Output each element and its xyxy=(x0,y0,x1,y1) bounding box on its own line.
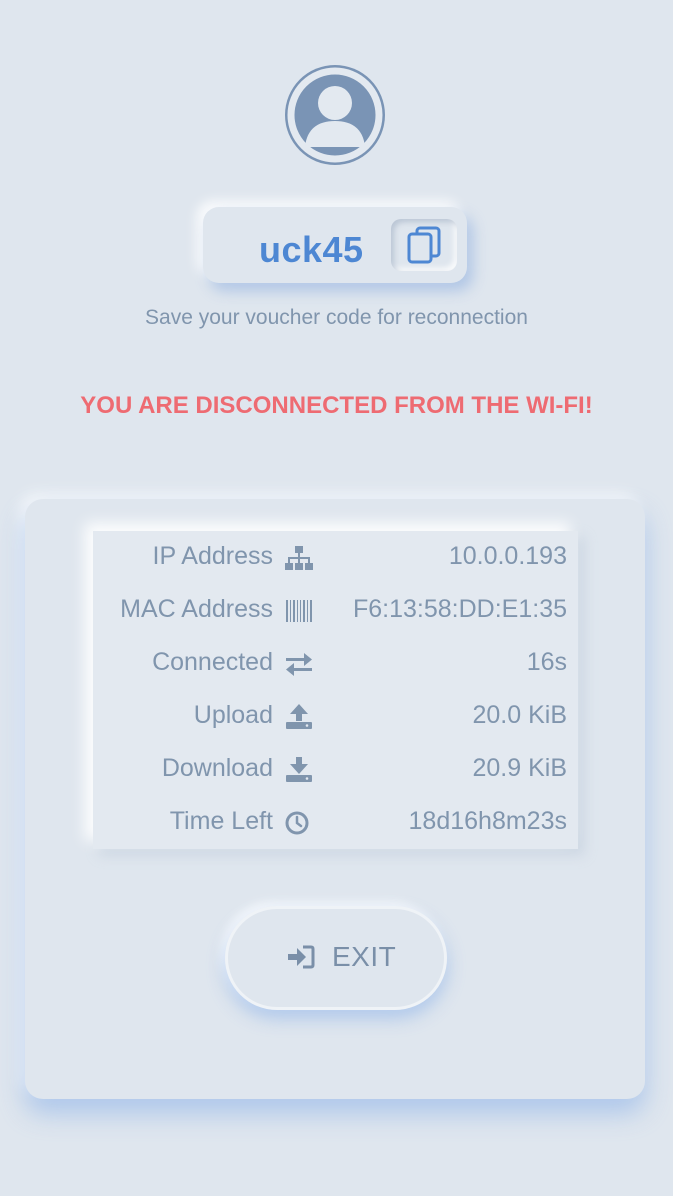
row-download: Download 20.9 KiB xyxy=(93,743,578,796)
download-icon xyxy=(286,757,312,782)
exchange-icon xyxy=(286,653,312,676)
sign-in-icon xyxy=(288,945,315,969)
voucher-code: uck45 xyxy=(259,229,364,270)
mac-address-label: MAC Address xyxy=(120,595,273,623)
time-left-value: 18d16h8m23s xyxy=(408,807,567,835)
connected-label: Connected xyxy=(152,648,273,676)
mac-address-value: F6:13:58:DD:E1:35 xyxy=(352,595,567,623)
session-info-table: IP Address 10.0.0.193 MAC Address F6:13:… xyxy=(93,531,578,849)
exit-label: EXIT xyxy=(332,941,397,972)
session-card: IP Address 10.0.0.193 MAC Address F6:13:… xyxy=(25,499,645,1099)
upload-value: 20.0 KiB xyxy=(472,701,567,729)
voucher-box: uck45 xyxy=(203,207,467,283)
download-label: Download xyxy=(161,754,273,782)
download-value: 20.9 KiB xyxy=(472,754,567,782)
copy-button[interactable] xyxy=(391,219,457,271)
disconnected-alert: YOU ARE DISCONNECTED FROM THE WI-FI! xyxy=(80,392,593,419)
row-time-left: Time Left 18d16h8m23s xyxy=(93,796,578,849)
row-mac-address: MAC Address F6:13:58:DD:E1:35 xyxy=(93,584,578,637)
ip-address-value: 10.0.0.193 xyxy=(448,542,567,570)
copy-icon xyxy=(407,226,441,264)
row-ip-address: IP Address 10.0.0.193 xyxy=(93,531,578,584)
row-upload: Upload 20.0 KiB xyxy=(93,690,578,743)
ip-address-label: IP Address xyxy=(152,542,273,570)
voucher-note: Save your voucher code for reconnection xyxy=(145,306,528,329)
exit-button[interactable]: EXIT xyxy=(225,906,447,1010)
row-connected: Connected 16s xyxy=(93,637,578,690)
upload-label: Upload xyxy=(193,701,273,729)
clock-icon xyxy=(285,811,309,835)
time-left-label: Time Left xyxy=(169,807,273,835)
status-page: uck45 Save your voucher code for reconne… xyxy=(0,0,673,1196)
upload-icon xyxy=(286,704,312,729)
connected-value: 16s xyxy=(526,648,567,676)
network-icon xyxy=(285,546,313,570)
user-avatar-icon xyxy=(285,65,385,165)
barcode-icon xyxy=(286,600,312,622)
